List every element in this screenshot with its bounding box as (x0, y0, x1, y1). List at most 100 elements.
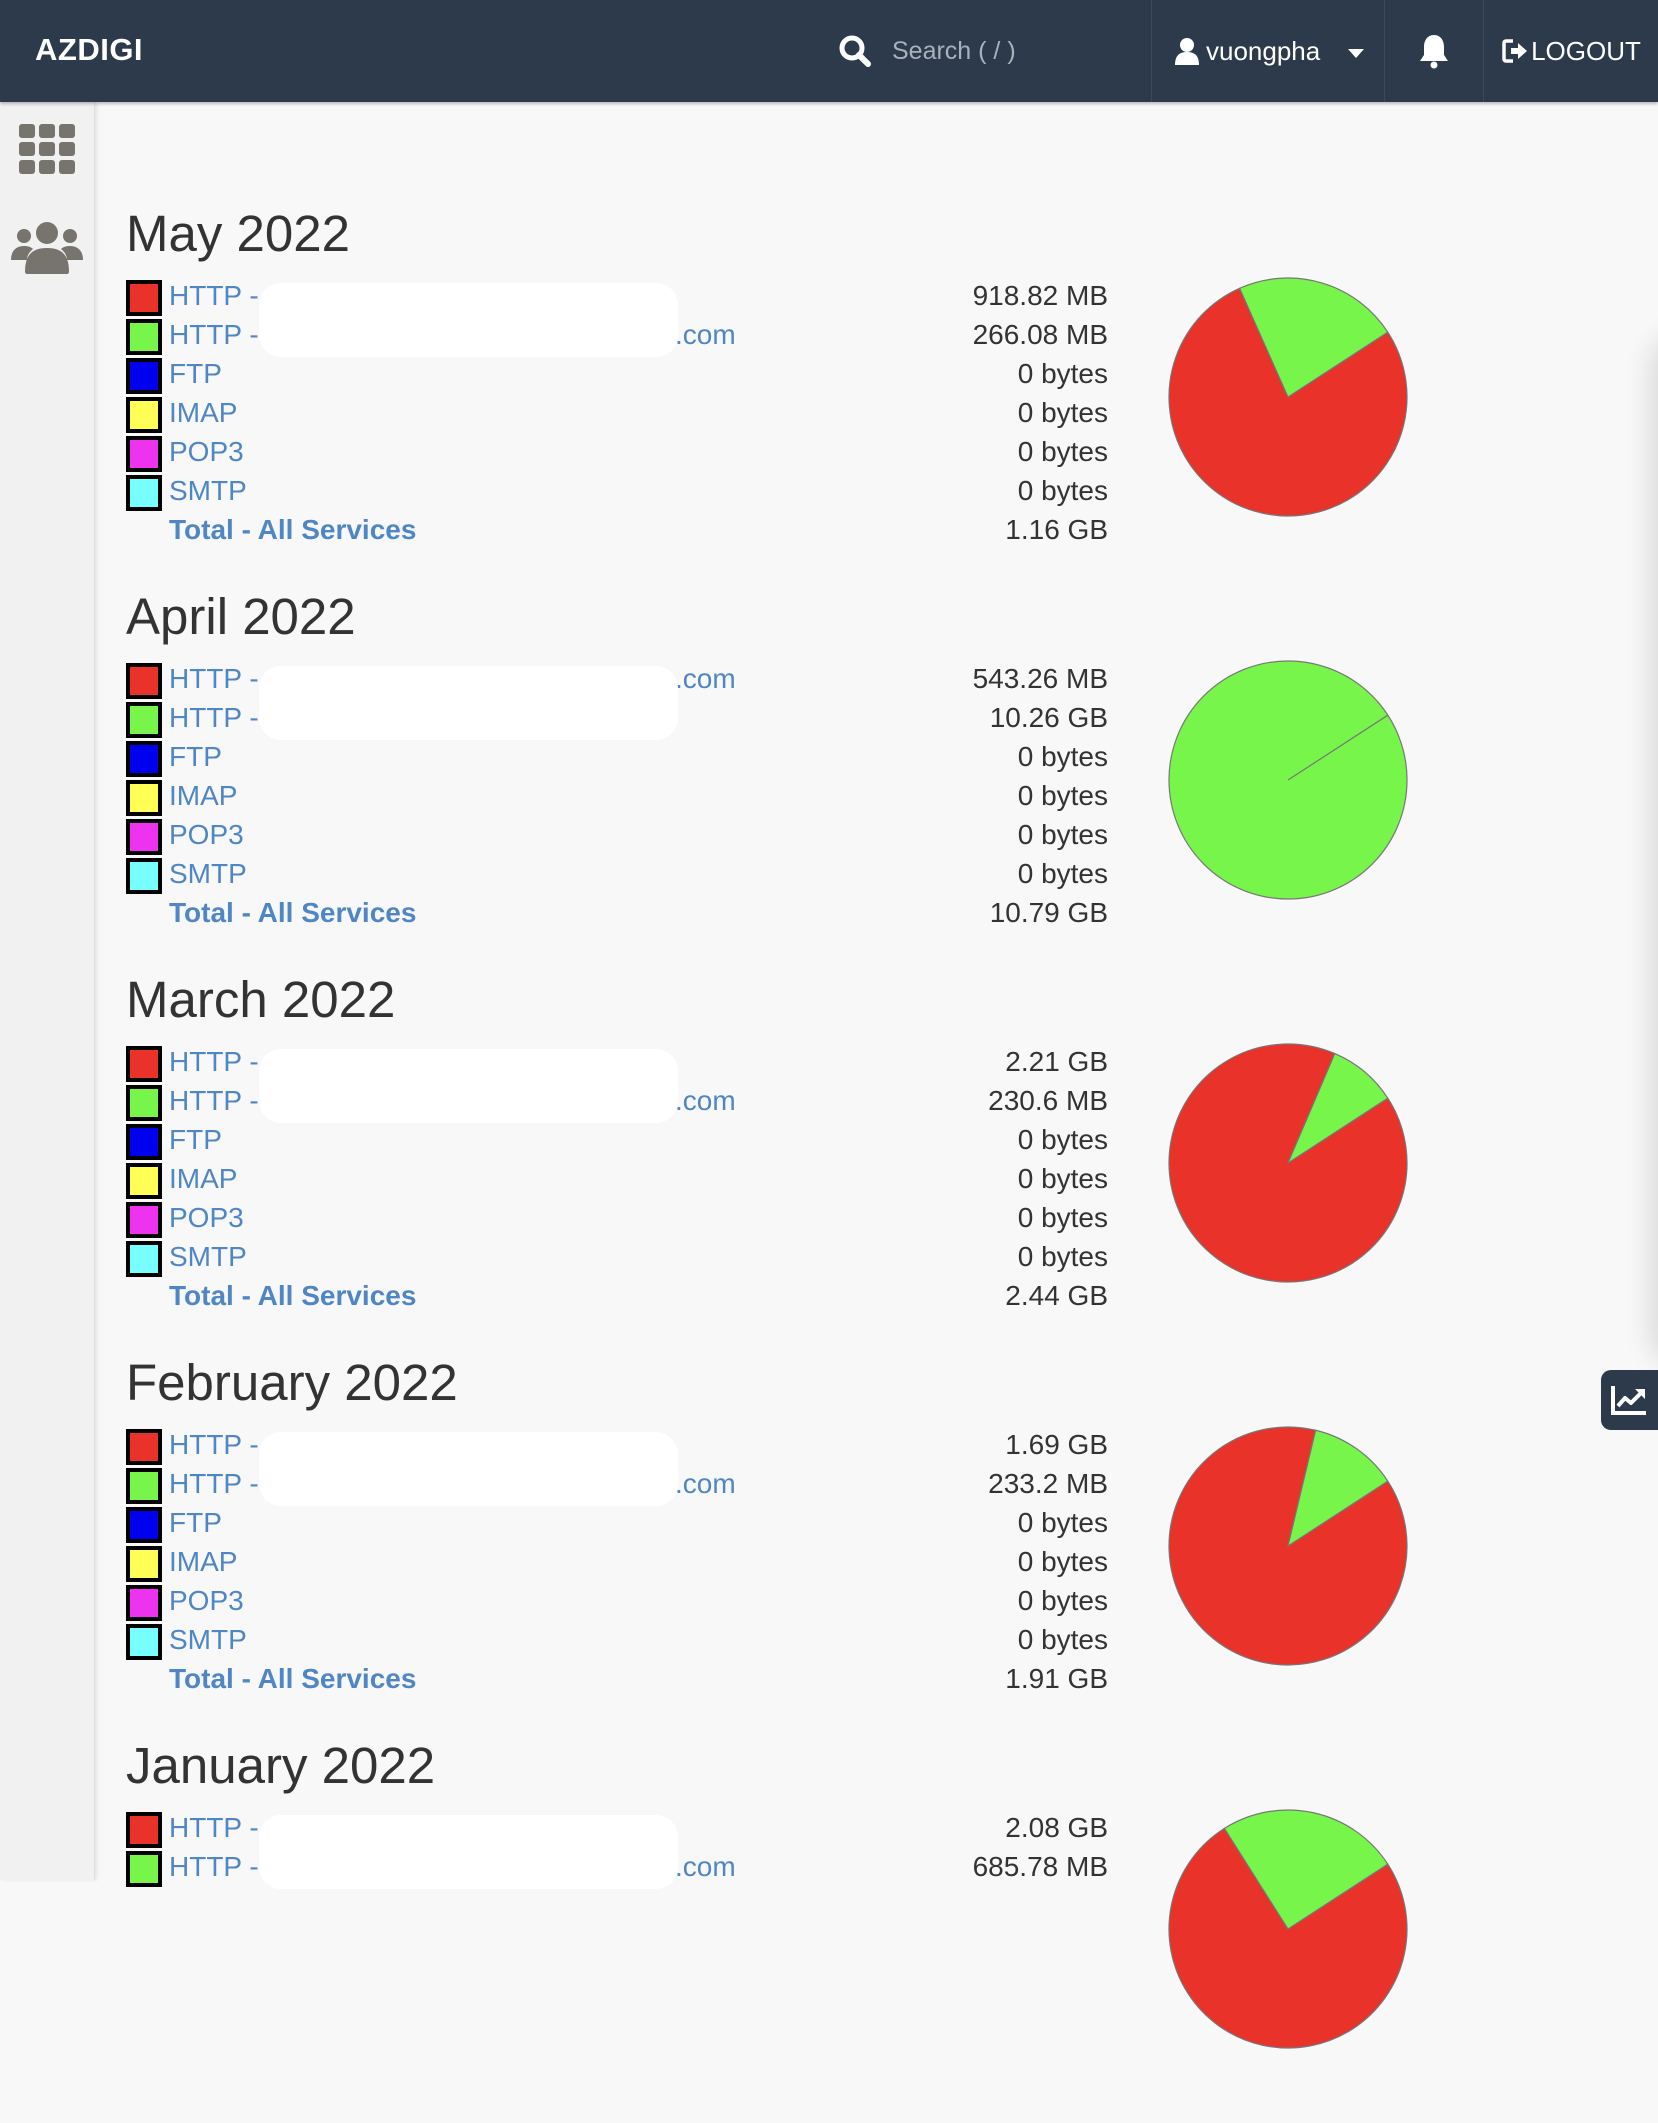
bandwidth-pie-chart (1166, 1424, 1410, 1668)
service-row: IMAP 0 bytes (126, 1161, 1126, 1200)
service-link-suffix[interactable]: .com (675, 1083, 736, 1119)
legend-swatch (126, 319, 162, 355)
service-link[interactable]: SMTP (169, 1622, 247, 1658)
service-link[interactable]: HTTP - (169, 700, 259, 736)
service-bandwidth-value: 0 bytes (806, 1622, 1108, 1658)
service-row: IMAP 0 bytes (126, 395, 1126, 434)
service-link[interactable]: FTP (169, 1505, 222, 1541)
service-link[interactable]: IMAP (169, 395, 237, 431)
search-box[interactable] (838, 28, 1138, 74)
logout-label: LOGOUT (1531, 36, 1641, 67)
service-link-suffix[interactable]: .com (675, 317, 736, 353)
service-bandwidth-value: 0 bytes (806, 1161, 1108, 1197)
legend-swatch (126, 1624, 162, 1660)
redaction-box (259, 1432, 678, 1506)
service-bandwidth-value: 0 bytes (806, 395, 1108, 431)
legend-swatch (126, 1585, 162, 1621)
service-link[interactable]: POP3 (169, 1583, 244, 1619)
service-link[interactable]: POP3 (169, 1200, 244, 1236)
month-section: May 2022HTTP -918.82 MBHTTP -.com266.08 … (0, 208, 1500, 591)
total-bandwidth-value: 2.44 GB (806, 1278, 1108, 1314)
service-link[interactable]: HTTP - (169, 661, 259, 697)
legend-swatch (126, 1046, 162, 1082)
service-link[interactable]: HTTP - (169, 1810, 259, 1846)
grid-icon (19, 124, 75, 174)
sidebar-item-apps[interactable] (0, 124, 94, 174)
service-link[interactable]: SMTP (169, 473, 247, 509)
month-section: April 2022 HTTP - .com 543.26 MB HTTP - 10.26… (0, 591, 1500, 974)
service-bandwidth-value: 233.2 MB (806, 1466, 1108, 1502)
legend-swatch (126, 858, 162, 894)
brand-logo[interactable]: AZDIGI (35, 32, 143, 68)
service-link[interactable]: SMTP (169, 1239, 247, 1275)
service-row: SMTP 0 bytes (126, 856, 1126, 895)
service-bandwidth-value: 0 bytes (806, 1505, 1108, 1541)
user-menu-dropdown[interactable]: vuongpha (1152, 0, 1384, 102)
service-bandwidth-value: 10.26 GB (806, 700, 1108, 736)
service-bandwidth-value: 918.82 MB (806, 278, 1108, 314)
legend-swatch (126, 436, 162, 472)
service-link[interactable]: POP3 (169, 434, 244, 470)
month-title: April 2022 (126, 591, 356, 643)
total-all-services-link[interactable]: Total - All Services (169, 1278, 416, 1314)
service-link[interactable]: FTP (169, 739, 222, 775)
stats-panel-toggle[interactable] (1601, 1370, 1658, 1430)
service-link[interactable]: HTTP - (169, 1466, 259, 1502)
redaction-box (259, 1815, 678, 1889)
service-link[interactable]: IMAP (169, 1544, 237, 1580)
logout-button[interactable]: LOGOUT (1484, 0, 1658, 102)
total-row: Total - All Services1.91 GB (126, 1661, 1126, 1700)
service-row: POP30 bytes (126, 817, 1126, 856)
service-row: POP3 0 bytes (126, 1200, 1126, 1239)
service-link[interactable]: HTTP - (169, 1044, 259, 1080)
service-link[interactable]: POP3 (169, 817, 244, 853)
redaction-box (259, 283, 678, 357)
month-title: January 2022 (126, 1740, 435, 1792)
service-bandwidth-value: 266.08 MB (806, 317, 1108, 353)
search-input[interactable] (892, 37, 1132, 66)
service-link-suffix[interactable]: .com (675, 1466, 736, 1502)
service-bandwidth-value: 543.26 MB (806, 661, 1108, 697)
legend-swatch (126, 702, 162, 738)
service-bandwidth-value: 0 bytes (806, 434, 1108, 470)
service-bandwidth-value: 0 bytes (806, 1583, 1108, 1619)
service-link-suffix[interactable]: .com (675, 661, 736, 697)
legend-swatch (126, 1812, 162, 1848)
service-row: IMAP0 bytes (126, 778, 1126, 817)
month-section: January 2022HTTP -2.08 GBHTTP -.com685.7… (0, 1740, 1500, 2123)
service-link[interactable]: FTP (169, 356, 222, 392)
service-link[interactable]: IMAP (169, 778, 237, 814)
username-label: vuongpha (1206, 36, 1320, 67)
month-title: March 2022 (126, 974, 395, 1026)
service-link[interactable]: HTTP - (169, 317, 259, 353)
service-bandwidth-value: 0 bytes (806, 1544, 1108, 1580)
service-link[interactable]: HTTP - (169, 1083, 259, 1119)
service-link[interactable]: HTTP - (169, 1427, 259, 1463)
chevron-down-icon (1348, 49, 1364, 58)
total-all-services-link[interactable]: Total - All Services (169, 1661, 416, 1697)
service-bandwidth-value: 0 bytes (806, 856, 1108, 892)
total-all-services-link[interactable]: Total - All Services (169, 895, 416, 931)
sidebar-item-users[interactable] (0, 222, 94, 274)
legend-swatch (126, 1085, 162, 1121)
service-bandwidth-value: 0 bytes (806, 1239, 1108, 1275)
top-navbar: AZDIGI vuongpha LOGOUT (0, 0, 1658, 102)
service-row: POP3 0 bytes (126, 1583, 1126, 1622)
chart-line-icon (1610, 1384, 1648, 1416)
service-link[interactable]: IMAP (169, 1161, 237, 1197)
legend-swatch (126, 1546, 162, 1582)
people-icon (11, 222, 83, 274)
service-bandwidth-value: 0 bytes (806, 1200, 1108, 1236)
service-link[interactable]: SMTP (169, 856, 247, 892)
bandwidth-pie-chart (1166, 1041, 1410, 1285)
notifications-button[interactable] (1385, 0, 1483, 102)
service-link[interactable]: FTP (169, 1122, 222, 1158)
service-bandwidth-value: 1.69 GB (806, 1427, 1108, 1463)
service-bandwidth-value: 0 bytes (806, 356, 1108, 392)
service-link[interactable]: HTTP - (169, 278, 259, 314)
total-all-services-link[interactable]: Total - All Services (169, 512, 416, 548)
sidebar (0, 102, 95, 1880)
service-row: SMTP 0 bytes (126, 1239, 1126, 1278)
legend-swatch (126, 1124, 162, 1160)
month-section: February 2022HTTP -1.69 GBHTTP -.com233.… (0, 1357, 1500, 1740)
